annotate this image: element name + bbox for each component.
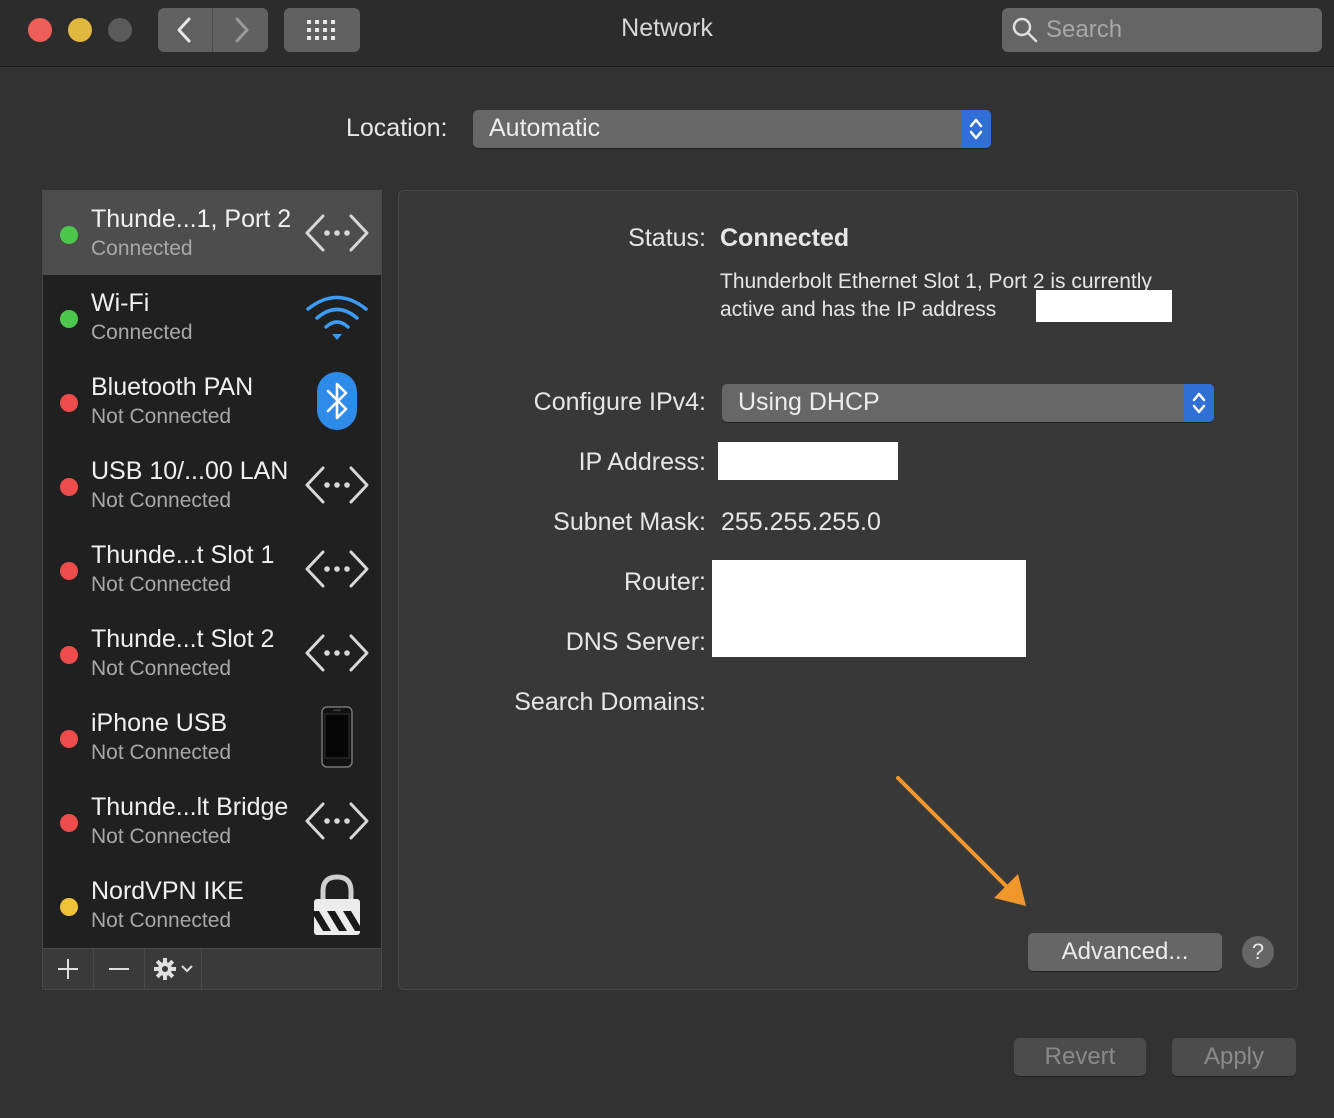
search-domains-label: Search Domains:	[514, 688, 706, 716]
redacted-router-dns	[712, 560, 1026, 657]
redacted-ip-in-status	[1036, 290, 1172, 322]
updown-arrows-icon	[1184, 384, 1214, 422]
dns-server-label: DNS Server:	[565, 628, 706, 656]
bluetooth-icon	[305, 369, 369, 433]
ip-address-label: IP Address:	[578, 448, 706, 476]
router-label: Router:	[624, 568, 706, 596]
status-dot	[60, 898, 78, 916]
add-service-button[interactable]	[43, 949, 94, 989]
configure-ipv4-value: Using DHCP	[738, 388, 880, 416]
location-value: Automatic	[489, 114, 601, 142]
redacted-ip-address	[718, 442, 898, 480]
status-description-line2: active and has the IP address	[720, 298, 997, 321]
service-item[interactable]: Bluetooth PAN Not Connected	[43, 359, 381, 443]
title-bar: Network	[0, 0, 1334, 67]
service-item[interactable]: NordVPN IKE Not Connected	[43, 863, 381, 947]
gear-icon	[154, 958, 176, 980]
service-item[interactable]: Wi-Fi Connected	[43, 275, 381, 359]
minus-icon	[109, 968, 129, 970]
service-item[interactable]: Thunde...1, Port 2 Connected	[43, 191, 381, 275]
status-label: Status:	[628, 224, 706, 252]
help-button[interactable]: ?	[1242, 936, 1274, 968]
service-item[interactable]: Thunde...t Slot 2 Not Connected	[43, 611, 381, 695]
service-status: Connected	[91, 237, 193, 260]
location-label: Location:	[346, 114, 448, 142]
chevron-down-icon	[181, 965, 193, 973]
status-dot	[60, 562, 78, 580]
status-dot	[60, 226, 78, 244]
service-name: Bluetooth PAN	[91, 373, 254, 401]
wifi-icon	[305, 285, 369, 349]
remove-service-button[interactable]	[94, 949, 145, 989]
service-status: Not Connected	[91, 825, 232, 848]
search-icon	[1012, 17, 1038, 43]
service-status: Not Connected	[91, 573, 232, 596]
advanced-button[interactable]: Advanced...	[1028, 933, 1222, 971]
annotation-arrow-icon	[896, 776, 1026, 906]
network-preferences-window: Network Location: Automatic Thunde...1, …	[0, 0, 1334, 1118]
service-item[interactable]: Thunde...lt Bridge Not Connected	[43, 779, 381, 863]
status-dot	[60, 478, 78, 496]
vpn-lock-icon	[305, 873, 369, 937]
ethernet-icon	[305, 201, 369, 265]
subnet-mask-label: Subnet Mask:	[553, 508, 706, 536]
service-list: Thunde...1, Port 2 Connected Wi-Fi Conne…	[42, 190, 382, 950]
ethernet-icon	[305, 789, 369, 853]
search-field[interactable]	[1002, 8, 1322, 52]
service-item[interactable]: USB 10/...00 LAN Not Connected	[43, 443, 381, 527]
service-name: Thunde...1, Port 2	[91, 205, 292, 233]
status-dot	[60, 730, 78, 748]
service-name: USB 10/...00 LAN	[91, 457, 289, 485]
search-input[interactable]	[1044, 15, 1308, 45]
subnet-mask-value: 255.255.255.0	[721, 508, 881, 536]
service-item[interactable]: Thunde...t Slot 1 Not Connected	[43, 527, 381, 611]
service-name: NordVPN IKE	[91, 877, 244, 905]
service-name: Thunde...lt Bridge	[91, 793, 289, 821]
service-status: Not Connected	[91, 741, 232, 764]
service-status: Not Connected	[91, 909, 232, 932]
service-item[interactable]: iPhone USB Not Connected	[43, 695, 381, 779]
service-status: Not Connected	[91, 657, 232, 680]
configure-ipv4-label: Configure IPv4:	[533, 388, 706, 416]
service-list-toolbar	[42, 948, 382, 990]
status-value: Connected	[720, 224, 850, 252]
status-dot	[60, 646, 78, 664]
updown-arrows-icon	[961, 110, 991, 148]
service-status: Connected	[91, 321, 193, 344]
status-dot	[60, 814, 78, 832]
apply-button[interactable]: Apply	[1172, 1038, 1296, 1076]
ethernet-icon	[305, 453, 369, 517]
service-status: Not Connected	[91, 489, 232, 512]
service-name: iPhone USB	[91, 709, 228, 737]
ethernet-icon	[305, 621, 369, 685]
configure-ipv4-popup[interactable]: Using DHCP	[722, 384, 1214, 422]
service-name: Thunde...t Slot 1	[91, 541, 275, 569]
service-status: Not Connected	[91, 405, 232, 428]
ethernet-icon	[305, 537, 369, 601]
iphone-icon	[305, 705, 369, 769]
plus-icon	[58, 959, 78, 979]
status-dot	[60, 310, 78, 328]
action-menu-button[interactable]	[145, 949, 202, 989]
service-name: Thunde...t Slot 2	[91, 625, 275, 653]
revert-button[interactable]: Revert	[1014, 1038, 1146, 1076]
service-name: Wi-Fi	[91, 289, 150, 317]
location-popup[interactable]: Automatic	[473, 110, 991, 148]
status-dot	[60, 394, 78, 412]
